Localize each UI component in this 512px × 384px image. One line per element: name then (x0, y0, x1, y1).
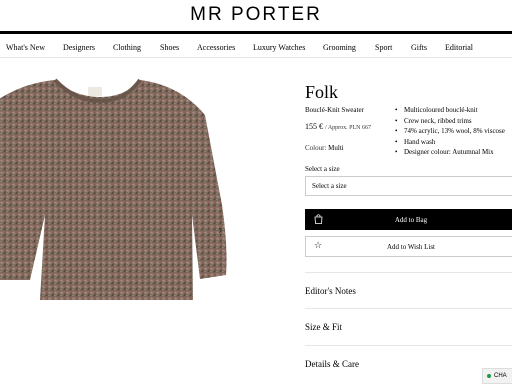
detail-item: Designer colour: Autumnal Mix (395, 147, 505, 158)
product-colour: Colour: Multi (305, 144, 344, 152)
main-navigation: What's New Designers Clothing Shoes Acce… (0, 40, 512, 58)
add-to-wishlist-label: Add to Wish List (386, 242, 435, 251)
nav-item-designers[interactable]: Designers (63, 43, 95, 52)
detail-item: 74% acrylic, 13% wool, 8% viscose (395, 126, 505, 137)
site-header: MR PORTER (0, 0, 512, 34)
status-dot-icon (487, 374, 491, 378)
site-logo[interactable]: MR PORTER (190, 4, 322, 26)
colour-value: Multi (328, 144, 344, 152)
nav-item-clothing[interactable]: Clothing (113, 43, 141, 52)
colour-label: Colour: (305, 144, 327, 152)
chat-button[interactable]: CHA (482, 368, 512, 384)
add-to-bag-button[interactable]: Add to Bag (305, 209, 512, 230)
product-brand[interactable]: Folk (305, 82, 338, 103)
next-image-arrow-icon[interactable]: › (218, 223, 223, 237)
section-editors-notes[interactable]: Editor's Notes (305, 286, 512, 296)
nav-item-luxury-watches[interactable]: Luxury Watches (253, 43, 305, 52)
bag-icon (314, 214, 323, 224)
size-select[interactable]: Select a size (305, 176, 512, 196)
section-size-fit[interactable]: Size & Fit (305, 322, 512, 332)
star-icon: ☆ (314, 241, 323, 251)
nav-item-editorial[interactable]: Editorial (445, 43, 473, 52)
nav-item-accessories[interactable]: Accessories (197, 43, 235, 52)
add-to-bag-label: Add to Bag (394, 215, 428, 224)
detail-item: Crew neck, ribbed trims (395, 116, 505, 127)
divider (305, 308, 512, 309)
approx-price: / Approx. PLN 667 (325, 125, 372, 131)
price-value: 155 € (305, 122, 323, 131)
chat-label: CHA (494, 373, 507, 379)
section-details-care[interactable]: Details & Care (305, 359, 512, 369)
product-details-list: Multicoloured bouclé-knit Crew neck, rib… (395, 105, 505, 158)
nav-item-gifts[interactable]: Gifts (411, 43, 427, 52)
add-to-wishlist-button[interactable]: ☆ Add to Wish List (305, 236, 512, 257)
detail-item: Hand wash (395, 137, 505, 148)
nav-item-whats-new[interactable]: What's New (6, 43, 45, 52)
product-name: Bouclé-Knit Sweater (305, 106, 364, 114)
nav-item-sport[interactable]: Sport (375, 43, 392, 52)
detail-item: Multicoloured bouclé-knit (395, 105, 505, 116)
product-image[interactable] (0, 75, 268, 305)
nav-item-grooming[interactable]: Grooming (323, 43, 356, 52)
size-label: Select a size (305, 165, 340, 173)
nav-item-shoes[interactable]: Shoes (160, 43, 179, 52)
product-price: 155 € / Approx. PLN 667 (305, 122, 371, 131)
divider (305, 345, 512, 346)
divider (305, 272, 512, 273)
